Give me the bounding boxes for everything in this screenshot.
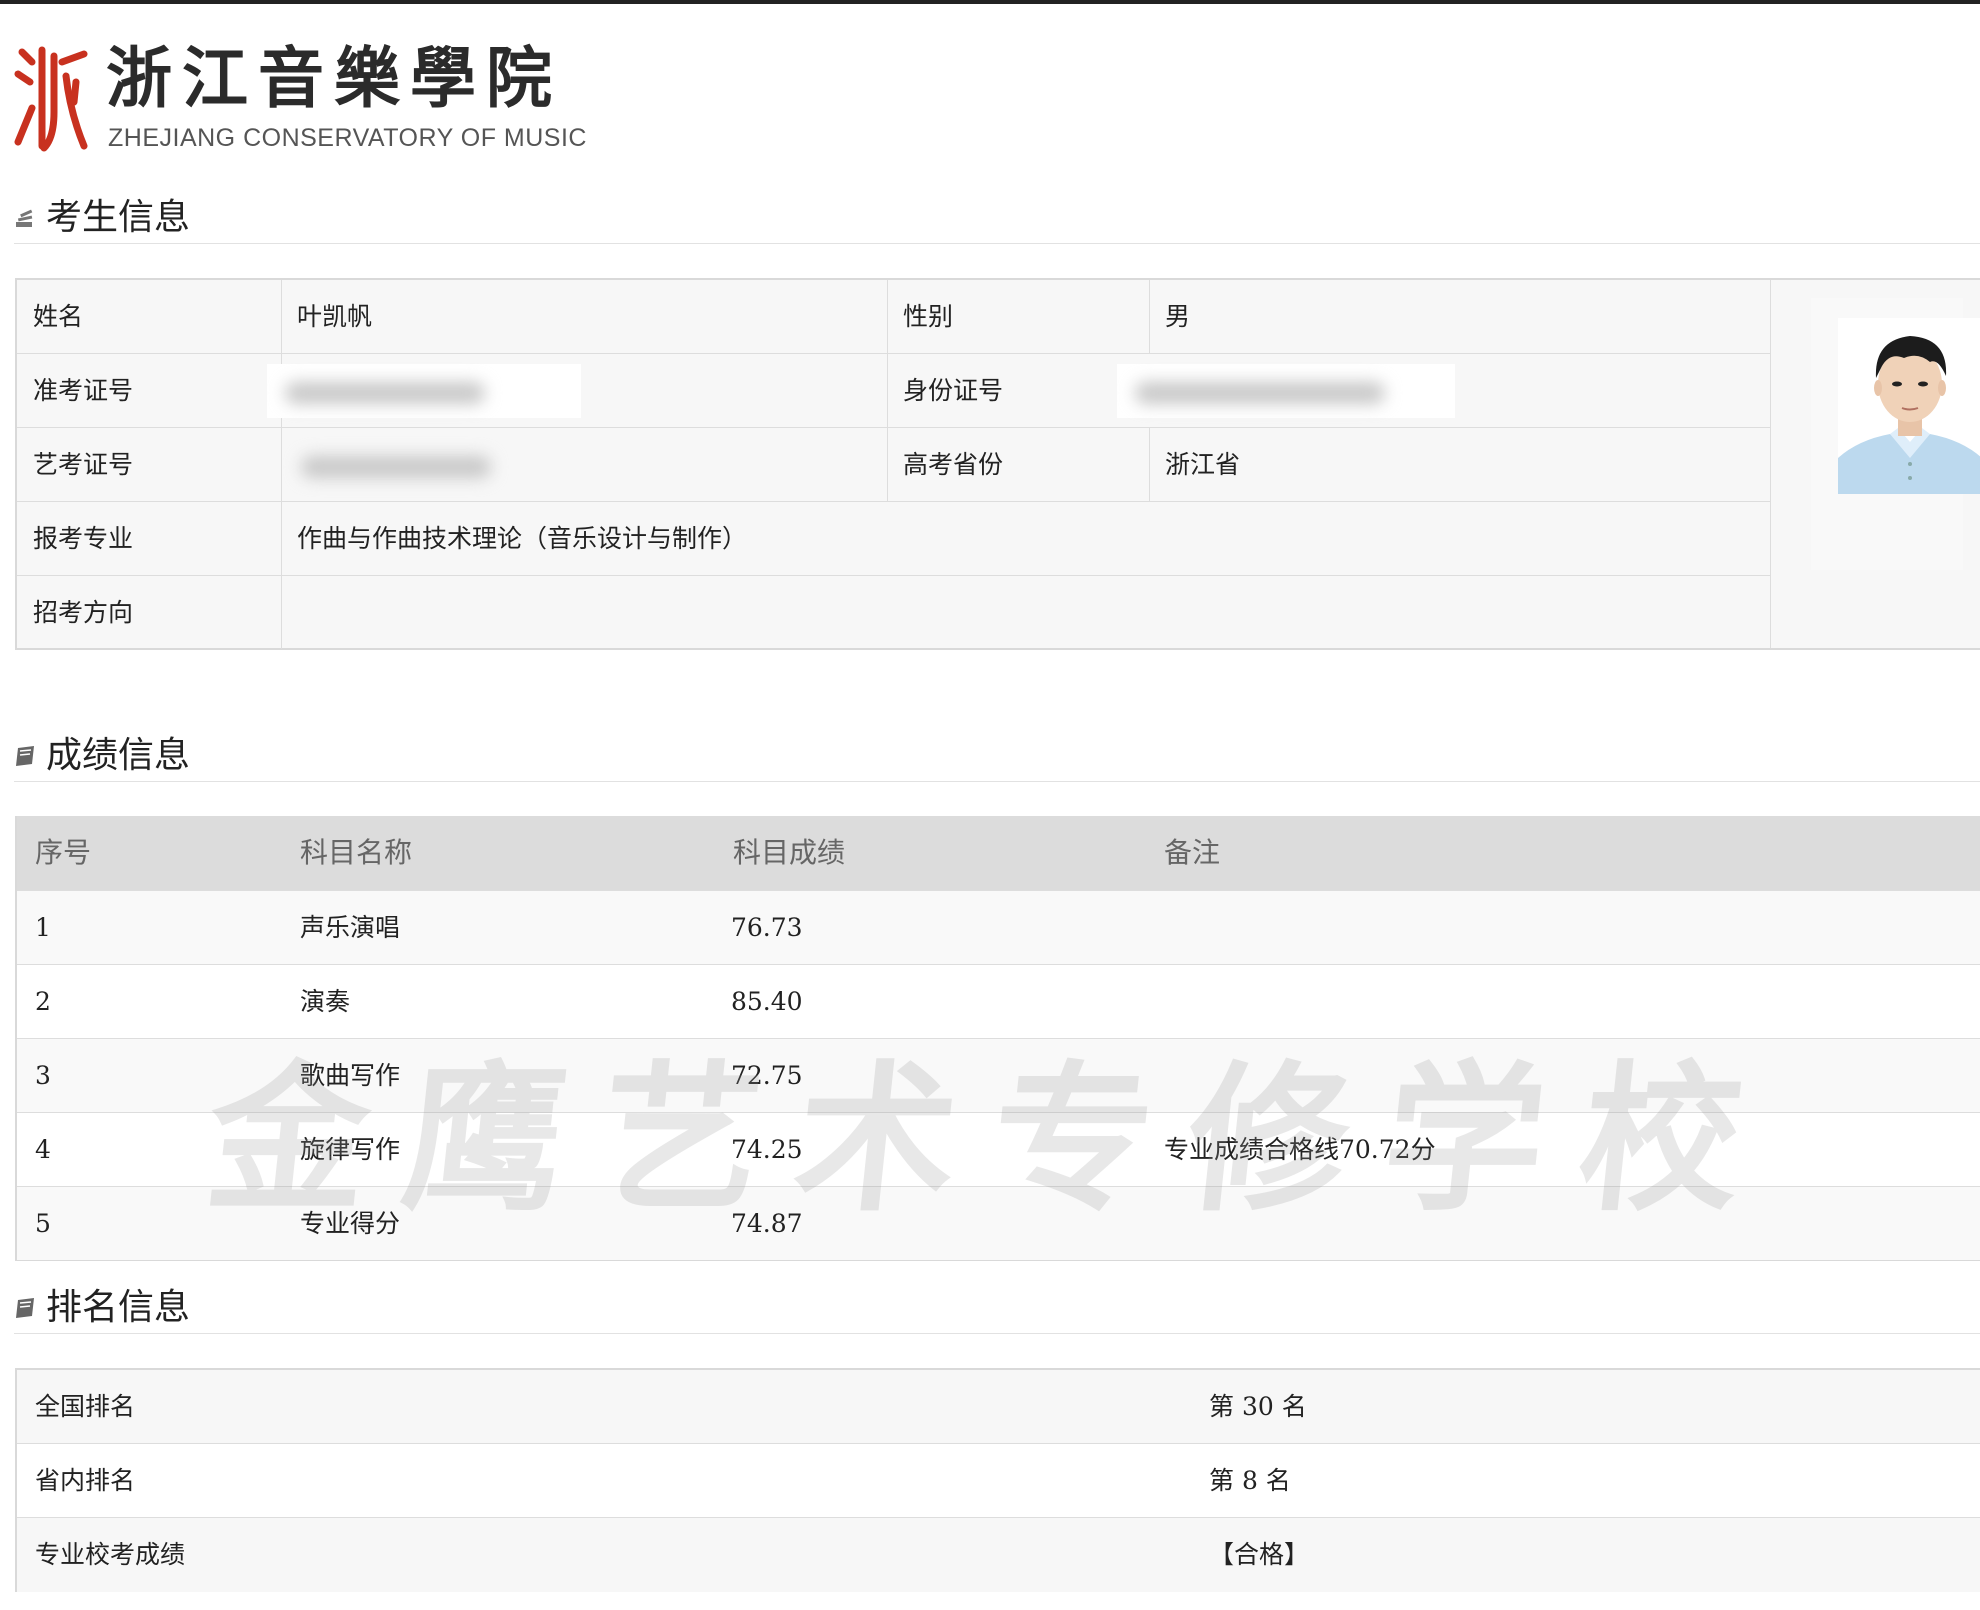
school-logo: 浙江音樂學院 ZHEJIANG CONSERVATORY OF MUSIC — [14, 38, 586, 156]
province-label: 高考省份 — [903, 450, 1004, 479]
ranking-label: 省内排名 — [35, 1466, 136, 1495]
candidate-photo — [1838, 318, 1980, 494]
row-number: 2 — [35, 987, 51, 1016]
column-header-subject: 科目名称 — [300, 836, 413, 869]
table-row: 省内排名 第 8 名 — [17, 1444, 1980, 1518]
ranking-value: 第 30 名 — [1209, 1392, 1307, 1421]
section-title-scores: 成绩信息 — [14, 722, 1980, 782]
section-heading: 考生信息 — [46, 197, 191, 238]
art-exam-number-label: 艺考证号 — [33, 450, 134, 479]
table-row: 全国排名 第 30 名 — [17, 1370, 1980, 1444]
section-title-candidate: 考生信息 — [14, 184, 1980, 244]
row-number: 4 — [35, 1135, 51, 1164]
info-row-art-exam: 艺考证号 高考省份 浙江省 — [17, 428, 1770, 502]
ranking-value: 【合格】 — [1209, 1540, 1310, 1569]
gender-value: 男 — [1165, 302, 1191, 331]
gender-label: 性别 — [903, 302, 954, 331]
table-row: 3 歌曲写作 72.75 — [17, 1038, 1980, 1112]
section-heading: 排名信息 — [46, 1287, 191, 1328]
id-number-redacted — [1117, 364, 1455, 418]
admission-number-redacted — [267, 364, 581, 418]
table-row: 4 旋律写作 74.25 专业成绩合格线70.72分 — [17, 1112, 1980, 1186]
subject-score: 74.25 — [731, 1135, 803, 1164]
subject-score: 76.73 — [731, 913, 803, 942]
candidate-info-table: 姓名 叶凯帆 性别 男 准考证号 身份证号 艺考证号 高考省份 浙江省 报考专业… — [15, 278, 1980, 650]
table-row: 1 声乐演唱 76.73 — [17, 890, 1980, 964]
subject-name: 歌曲写作 — [300, 1061, 401, 1090]
school-name-english: ZHEJIANG CONSERVATORY OF MUSIC — [108, 124, 587, 152]
photo-column — [1770, 280, 1980, 648]
direction-value — [281, 576, 1769, 649]
info-row-admission: 准考证号 身份证号 — [17, 354, 1770, 428]
admission-number-label: 准考证号 — [33, 376, 134, 405]
book-icon — [16, 746, 34, 766]
scores-table-header: 序号 科目名称 科目成绩 备注 — [17, 816, 1980, 890]
subject-note: 专业成绩合格线70.72分 — [1164, 1135, 1436, 1164]
school-name-chinese: 浙江音樂學院 — [106, 39, 562, 117]
ranking-table: 全国排名 第 30 名 省内排名 第 8 名 专业校考成绩 【合格】 — [15, 1368, 1980, 1592]
table-row: 5 专业得分 74.87 — [17, 1186, 1980, 1260]
row-number: 1 — [35, 913, 51, 942]
photo-frame — [1811, 298, 1980, 570]
subject-score: 72.75 — [731, 1061, 803, 1090]
subject-score: 85.40 — [731, 987, 803, 1016]
table-row: 专业校考成绩 【合格】 — [17, 1518, 1980, 1592]
direction-label: 招考方向 — [33, 598, 134, 627]
name-label: 姓名 — [33, 302, 84, 331]
top-border — [0, 0, 1980, 4]
table-row: 2 演奏 85.40 — [17, 964, 1980, 1038]
column-header-number: 序号 — [35, 836, 92, 869]
subject-name: 旋律写作 — [300, 1135, 401, 1164]
info-row-name: 姓名 叶凯帆 性别 男 — [17, 280, 1770, 354]
major-value: 作曲与作曲技术理论（音乐设计与制作） — [297, 524, 748, 553]
subject-name: 演奏 — [300, 987, 351, 1016]
section-heading: 成绩信息 — [46, 735, 191, 776]
column-header-note: 备注 — [1164, 836, 1221, 869]
id-number-label: 身份证号 — [903, 376, 1004, 405]
row-number: 3 — [35, 1061, 51, 1090]
school-seal-logo-icon — [14, 46, 88, 152]
name-value: 叶凯帆 — [297, 302, 373, 331]
art-exam-number-redacted — [283, 438, 533, 492]
subject-name: 声乐演唱 — [300, 913, 401, 942]
column-header-score: 科目成绩 — [733, 836, 846, 869]
section-title-ranking: 排名信息 — [14, 1274, 1980, 1334]
province-value: 浙江省 — [1165, 450, 1241, 479]
info-row-direction: 招考方向 — [17, 576, 1770, 650]
info-row-major: 报考专业 作曲与作曲技术理论（音乐设计与制作） — [17, 502, 1770, 576]
ranking-value: 第 8 名 — [1209, 1466, 1291, 1495]
ranking-label: 全国排名 — [35, 1392, 136, 1421]
book-icon — [16, 1298, 34, 1318]
subject-score: 74.87 — [731, 1209, 803, 1238]
scores-table: 序号 科目名称 科目成绩 备注 1 声乐演唱 76.73 2 演奏 85.40 … — [15, 816, 1980, 1261]
subject-name: 专业得分 — [300, 1209, 401, 1238]
row-number: 5 — [35, 1209, 51, 1238]
document-stack-icon — [16, 209, 33, 227]
major-label: 报考专业 — [33, 524, 134, 553]
ranking-label: 专业校考成绩 — [35, 1540, 186, 1569]
